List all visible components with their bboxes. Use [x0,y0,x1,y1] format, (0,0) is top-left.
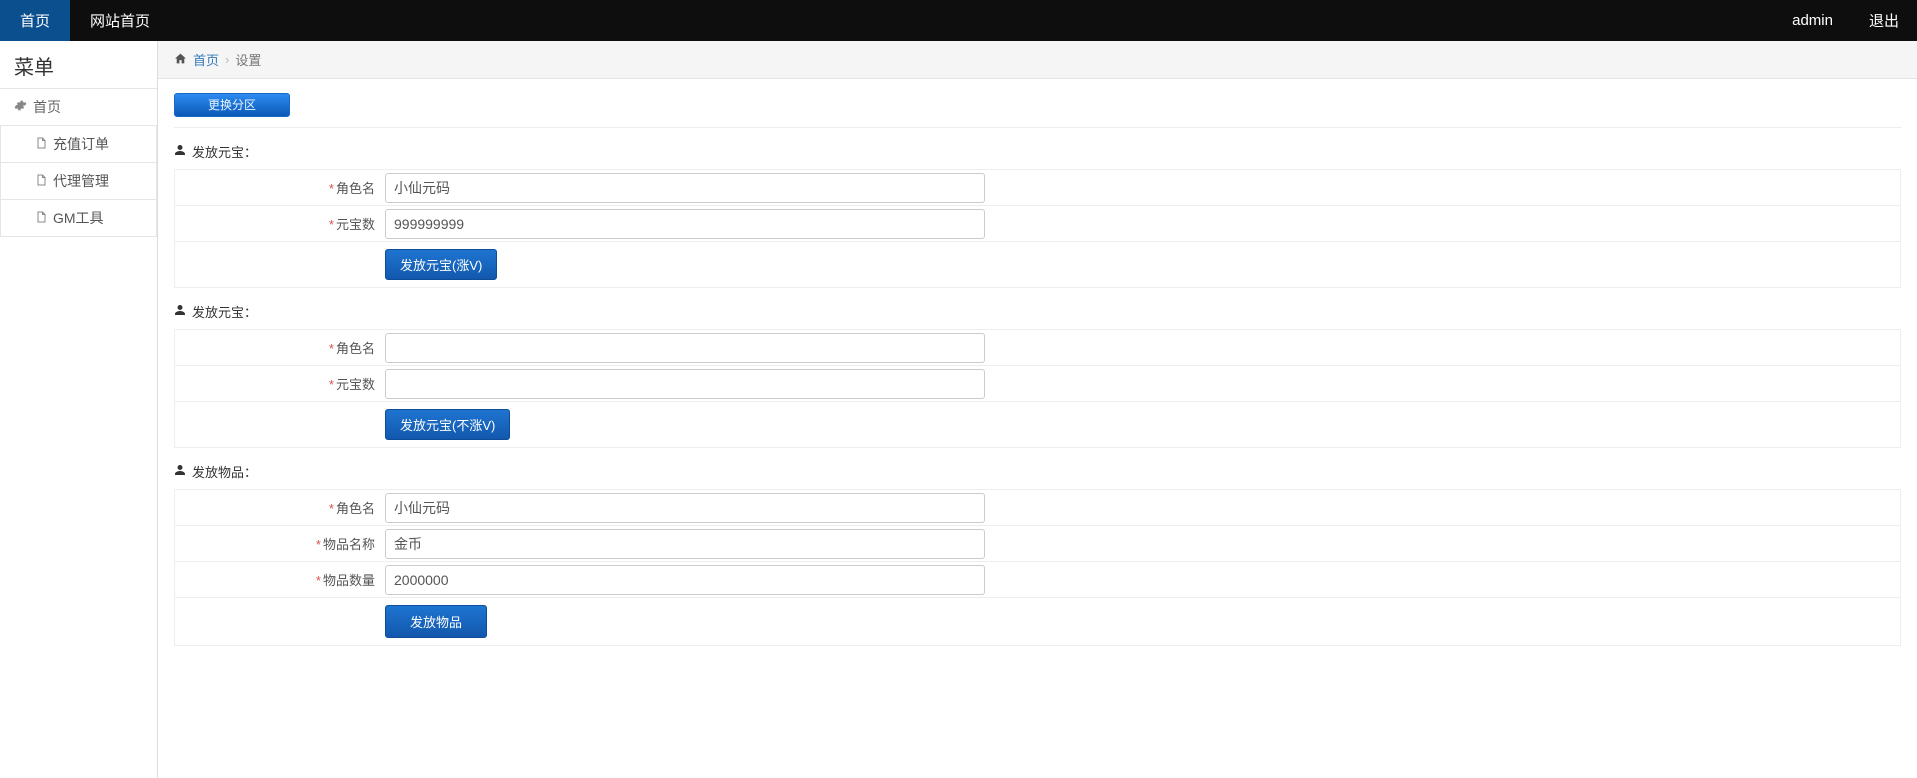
section-title-text: 发放元宝： [192,142,257,161]
form-row: *元宝数 [174,206,1901,242]
main-layout: 菜单 首页 充值订单 代理管理 [0,41,1917,778]
nav-logout[interactable]: 退出 [1851,0,1917,41]
person-icon [174,464,186,479]
sidebar: 菜单 首页 充值订单 代理管理 [0,41,158,778]
item-qty-label: *物品数量 [175,562,385,597]
sidebar-item-agent[interactable]: 代理管理 [0,163,157,200]
role-name-label: *角色名 [175,170,385,205]
form-row: *物品名称 [174,526,1901,562]
form-row: *角色名 [174,489,1901,526]
section-title-text: 发放元宝： [192,302,257,321]
person-icon [174,144,186,159]
breadcrumb-separator: › [225,52,229,67]
form-submit-row: 发放物品 [174,598,1901,646]
role-name-label: *角色名 [175,330,385,365]
sidebar-group-label: 首页 [33,97,61,117]
nav-right: admin 退出 [1774,0,1917,41]
role-name-label: *角色名 [175,490,385,525]
sidebar-item-gmtool[interactable]: GM工具 [0,200,157,237]
yuanbao-amount-input-vip[interactable] [385,209,985,239]
form-row: *物品数量 [174,562,1901,598]
role-name-input-vip[interactable] [385,173,985,203]
role-name-input-item[interactable] [385,493,985,523]
section-title-grant-item: 发放物品： [174,448,1901,489]
home-icon [174,52,187,68]
breadcrumb: 首页 › 设置 [158,41,1917,79]
form-submit-row: 发放元宝(不涨V) [174,402,1901,448]
page-body: 更换分区 发放元宝： *角色名 *元宝数 发放元宝(涨V) [158,79,1917,666]
yuanbao-amount-label: *元宝数 [175,206,385,241]
yuanbao-amount-input-novip[interactable] [385,369,985,399]
role-name-input-novip[interactable] [385,333,985,363]
top-navbar: 首页 网站首页 admin 退出 [0,0,1917,41]
change-zone-button[interactable]: 更换分区 [174,93,290,117]
item-name-label: *物品名称 [175,526,385,561]
section-title-yuanbao-novip: 发放元宝： [174,288,1901,329]
form-row: *角色名 [174,329,1901,366]
form-submit-row: 发放元宝(涨V) [174,242,1901,288]
submit-grant-item-button[interactable]: 发放物品 [385,605,487,638]
form-row: *元宝数 [174,366,1901,402]
nav-user[interactable]: admin [1774,0,1851,41]
sidebar-item-label: 代理管理 [53,171,109,191]
section-title-yuanbao-vip: 发放元宝： [174,128,1901,169]
nav-site-home[interactable]: 网站首页 [70,0,170,41]
change-zone-wrap: 更换分区 [174,87,1901,128]
content-area: 首页 › 设置 更换分区 发放元宝： *角色名 *元宝数 [158,41,1917,778]
item-name-input[interactable] [385,529,985,559]
section-title-text: 发放物品： [192,462,257,481]
sidebar-group-home[interactable]: 首页 [0,89,157,125]
form-row: *角色名 [174,169,1901,206]
sidebar-menu-list: 充值订单 代理管理 GM工具 [0,125,157,237]
nav-home[interactable]: 首页 [0,0,70,41]
sidebar-item-label: GM工具 [53,208,104,228]
sidebar-title: 菜单 [0,41,157,89]
sidebar-item-recharge[interactable]: 充值订单 [0,125,157,163]
person-icon [174,304,186,319]
breadcrumb-home-link[interactable]: 首页 [193,50,219,69]
submit-yuanbao-novip-button[interactable]: 发放元宝(不涨V) [385,409,510,440]
gear-icon [14,99,27,115]
sidebar-item-label: 充值订单 [53,134,109,154]
item-qty-input[interactable] [385,565,985,595]
nav-left: 首页 网站首页 [0,0,170,41]
breadcrumb-current: 设置 [235,50,261,69]
file-icon [35,136,47,152]
yuanbao-amount-label: *元宝数 [175,366,385,401]
file-icon [35,210,47,226]
file-icon [35,173,47,189]
submit-yuanbao-vip-button[interactable]: 发放元宝(涨V) [385,249,497,280]
